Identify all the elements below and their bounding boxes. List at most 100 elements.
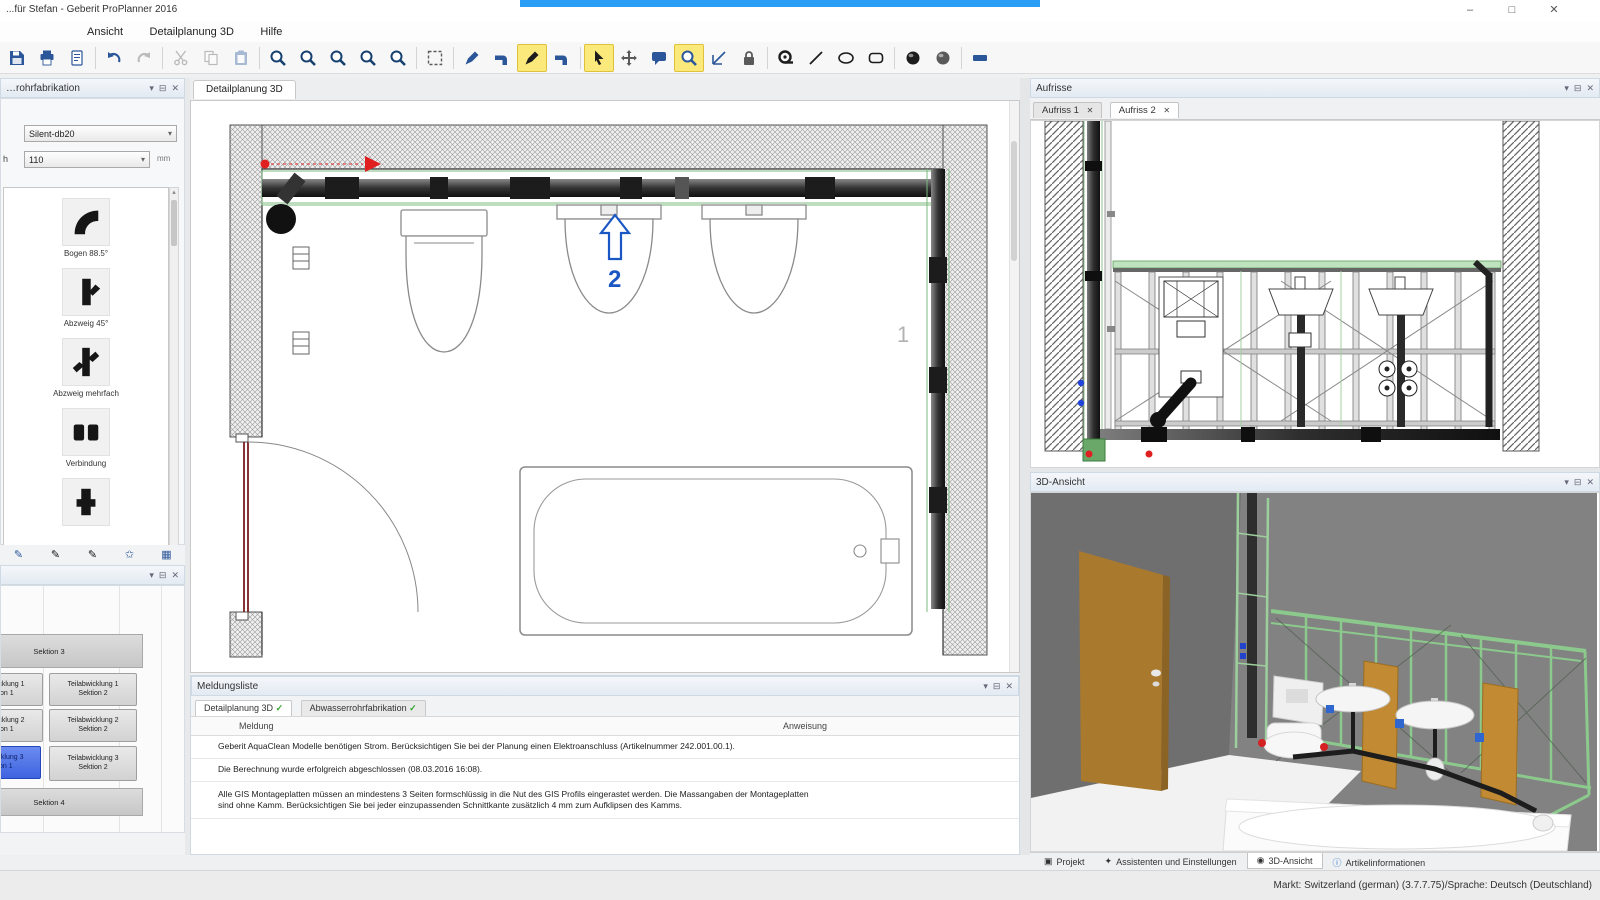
- minimize-button[interactable]: –: [1455, 2, 1485, 18]
- render-mode-button[interactable]: [898, 44, 928, 72]
- canvas-vertical-scrollbar[interactable]: [1009, 101, 1019, 672]
- section-footer-box[interactable]: Sektion 4: [0, 788, 143, 816]
- annotation-tool-4[interactable]: ✩: [118, 548, 142, 561]
- panel-pin-icon[interactable]: ⊟: [159, 570, 167, 581]
- zoom-in-button[interactable]: [263, 44, 293, 72]
- panel-pin-icon[interactable]: ⊟: [993, 681, 1001, 692]
- panel-menu-icon[interactable]: ▾: [149, 83, 154, 94]
- section-cell[interactable]: Teilabwicklung 2Sektion 2: [49, 709, 137, 742]
- report-button[interactable]: [62, 44, 92, 72]
- washbasin-2-plan[interactable]: [702, 205, 806, 313]
- tab-aufriss-2[interactable]: Aufriss 2 ✕: [1110, 102, 1179, 118]
- catalog-item-partial[interactable]: [4, 478, 168, 526]
- message-row[interactable]: Geberit AquaClean Modelle benötigen Stro…: [191, 736, 1019, 759]
- door-3d[interactable]: [1079, 551, 1170, 791]
- menu-ansicht[interactable]: Ansicht: [76, 23, 134, 41]
- paste-button[interactable]: [226, 44, 256, 72]
- menu-hilfe[interactable]: Hilfe: [249, 23, 293, 41]
- annotation-tool-3[interactable]: ✎: [81, 548, 105, 561]
- panel-pin-icon[interactable]: ⊟: [159, 83, 167, 94]
- measure-tool-button[interactable]: [704, 44, 734, 72]
- zoom-out-button[interactable]: [293, 44, 323, 72]
- tab-detailplanung-3d[interactable]: Detailplanung 3D: [193, 80, 296, 99]
- elevation-view[interactable]: [1030, 120, 1600, 468]
- shade-mode-button[interactable]: [928, 44, 958, 72]
- close-icon[interactable]: ✕: [1163, 106, 1170, 115]
- panel-close-icon[interactable]: ✕: [1586, 83, 1594, 94]
- maximize-button[interactable]: □: [1497, 2, 1527, 18]
- pipe-system-select[interactable]: Silent-db20 ▾: [24, 125, 177, 142]
- annotation-tool-2[interactable]: ✎: [44, 548, 68, 561]
- catalog-item-Bogen 88.5°[interactable]: Bogen 88.5°: [4, 198, 168, 258]
- panel-pin-icon[interactable]: ⊟: [1574, 83, 1582, 94]
- view3d-viewport[interactable]: [1030, 492, 1600, 852]
- panel-menu-icon[interactable]: ▾: [1564, 83, 1569, 94]
- cut-button[interactable]: [166, 44, 196, 72]
- panel-pin-icon[interactable]: ⊟: [1574, 477, 1582, 488]
- annotation-tool-1[interactable]: ✎: [7, 548, 31, 561]
- message-row[interactable]: Die Berechnung wurde erfolgreich abgesch…: [191, 759, 1019, 782]
- lock-tool-button[interactable]: [734, 44, 764, 72]
- section-cell[interactable]: Teilabwicklung 2Sektion 1: [0, 709, 43, 742]
- select-cursor-button[interactable]: [584, 44, 614, 72]
- draw-rectangle-button[interactable]: [861, 44, 891, 72]
- panel-menu-icon[interactable]: ▾: [1564, 477, 1569, 488]
- section-header-box[interactable]: Sektion 3: [0, 634, 143, 668]
- message-row[interactable]: Alle GIS Montageplatten müssen an mindes…: [191, 782, 1019, 819]
- section-cell[interactable]: Teilabwicklung 1Sektion 1: [0, 673, 43, 706]
- panel-close-icon[interactable]: ✕: [1005, 681, 1013, 692]
- undo-button[interactable]: [99, 44, 129, 72]
- pipe-edit-button[interactable]: [517, 44, 547, 72]
- floor-plan-drawing[interactable]: 2 1: [205, 107, 1005, 667]
- print-button[interactable]: [32, 44, 62, 72]
- catalog-item-Abzweig mehrfach[interactable]: Abzweig mehrfach: [4, 338, 168, 398]
- diameter-select[interactable]: 110 ▾: [24, 151, 150, 168]
- probe-tool-button[interactable]: [457, 44, 487, 72]
- section-cell[interactable]: Teilabwicklung 1Sektion 2: [49, 673, 137, 706]
- section-cell[interactable]: Teilabwicklung 3Sektion 2: [49, 746, 137, 781]
- move-tool-button[interactable]: [614, 44, 644, 72]
- scroll-up-icon[interactable]: ▴: [172, 189, 176, 196]
- copy-button[interactable]: [196, 44, 226, 72]
- messages-tab-abwasser[interactable]: Abwasserrohrfabrikation ✓: [301, 700, 426, 716]
- view3d-render[interactable]: [1031, 493, 1597, 851]
- scrollbar-thumb[interactable]: [1011, 141, 1017, 261]
- zoom-window-button[interactable]: [323, 44, 353, 72]
- dock-tab-3d-ansicht[interactable]: ◉ 3D-Ansicht: [1247, 853, 1323, 869]
- panel-menu-icon[interactable]: ▾: [149, 570, 154, 581]
- selection-frame-button[interactable]: [420, 44, 450, 72]
- catalog-item-Verbindung[interactable]: Verbindung: [4, 408, 168, 468]
- elevation-drawing[interactable]: [1031, 121, 1597, 465]
- close-icon[interactable]: ✕: [1087, 106, 1094, 115]
- close-button[interactable]: ✕: [1539, 2, 1569, 18]
- tape-measure-button[interactable]: [771, 44, 801, 72]
- catalog-scrollbar[interactable]: ▴ ▾: [169, 187, 179, 559]
- pipe-route-button[interactable]: [487, 44, 517, 72]
- messages-tab-detailplanung[interactable]: Detailplanung 3D ✓: [195, 700, 292, 716]
- comment-tool-button[interactable]: [644, 44, 674, 72]
- catalog-item-Abzweig 45°[interactable]: Abzweig 45°: [4, 268, 168, 328]
- save-button[interactable]: [2, 44, 32, 72]
- soil-pipe-elbow[interactable]: [266, 204, 296, 234]
- menu-detailplanung-3d[interactable]: Detailplanung 3D: [139, 23, 245, 41]
- tab-aufriss-1[interactable]: Aufriss 1 ✕: [1033, 102, 1102, 118]
- section-cell-selected[interactable]: Teilabwicklung 3Sektion 1: [0, 746, 41, 779]
- find-element-button[interactable]: [674, 44, 704, 72]
- door-plan[interactable]: [236, 434, 418, 620]
- redo-button[interactable]: [129, 44, 159, 72]
- zoom-all-button[interactable]: [383, 44, 413, 72]
- draw-line-button[interactable]: [801, 44, 831, 72]
- toilet-plan[interactable]: [401, 210, 487, 352]
- zoom-fit-button[interactable]: [353, 44, 383, 72]
- panel-menu-icon[interactable]: ▾: [983, 681, 988, 692]
- annotation-tool-5[interactable]: ▦: [155, 548, 179, 561]
- dock-tab-assistenten[interactable]: ✦ Assistenten und Einstellungen: [1095, 853, 1247, 870]
- splitter-right[interactable]: [1020, 78, 1030, 855]
- section-bar-button[interactable]: [965, 44, 995, 72]
- panel-close-icon[interactable]: ✕: [171, 570, 179, 581]
- panel-close-icon[interactable]: ✕: [171, 83, 179, 94]
- floorplan-canvas[interactable]: 2 1: [190, 100, 1020, 673]
- dock-tab-projekt[interactable]: ▣ Projekt: [1034, 853, 1095, 870]
- draw-ellipse-button[interactable]: [831, 44, 861, 72]
- bathtub-plan[interactable]: [520, 467, 912, 635]
